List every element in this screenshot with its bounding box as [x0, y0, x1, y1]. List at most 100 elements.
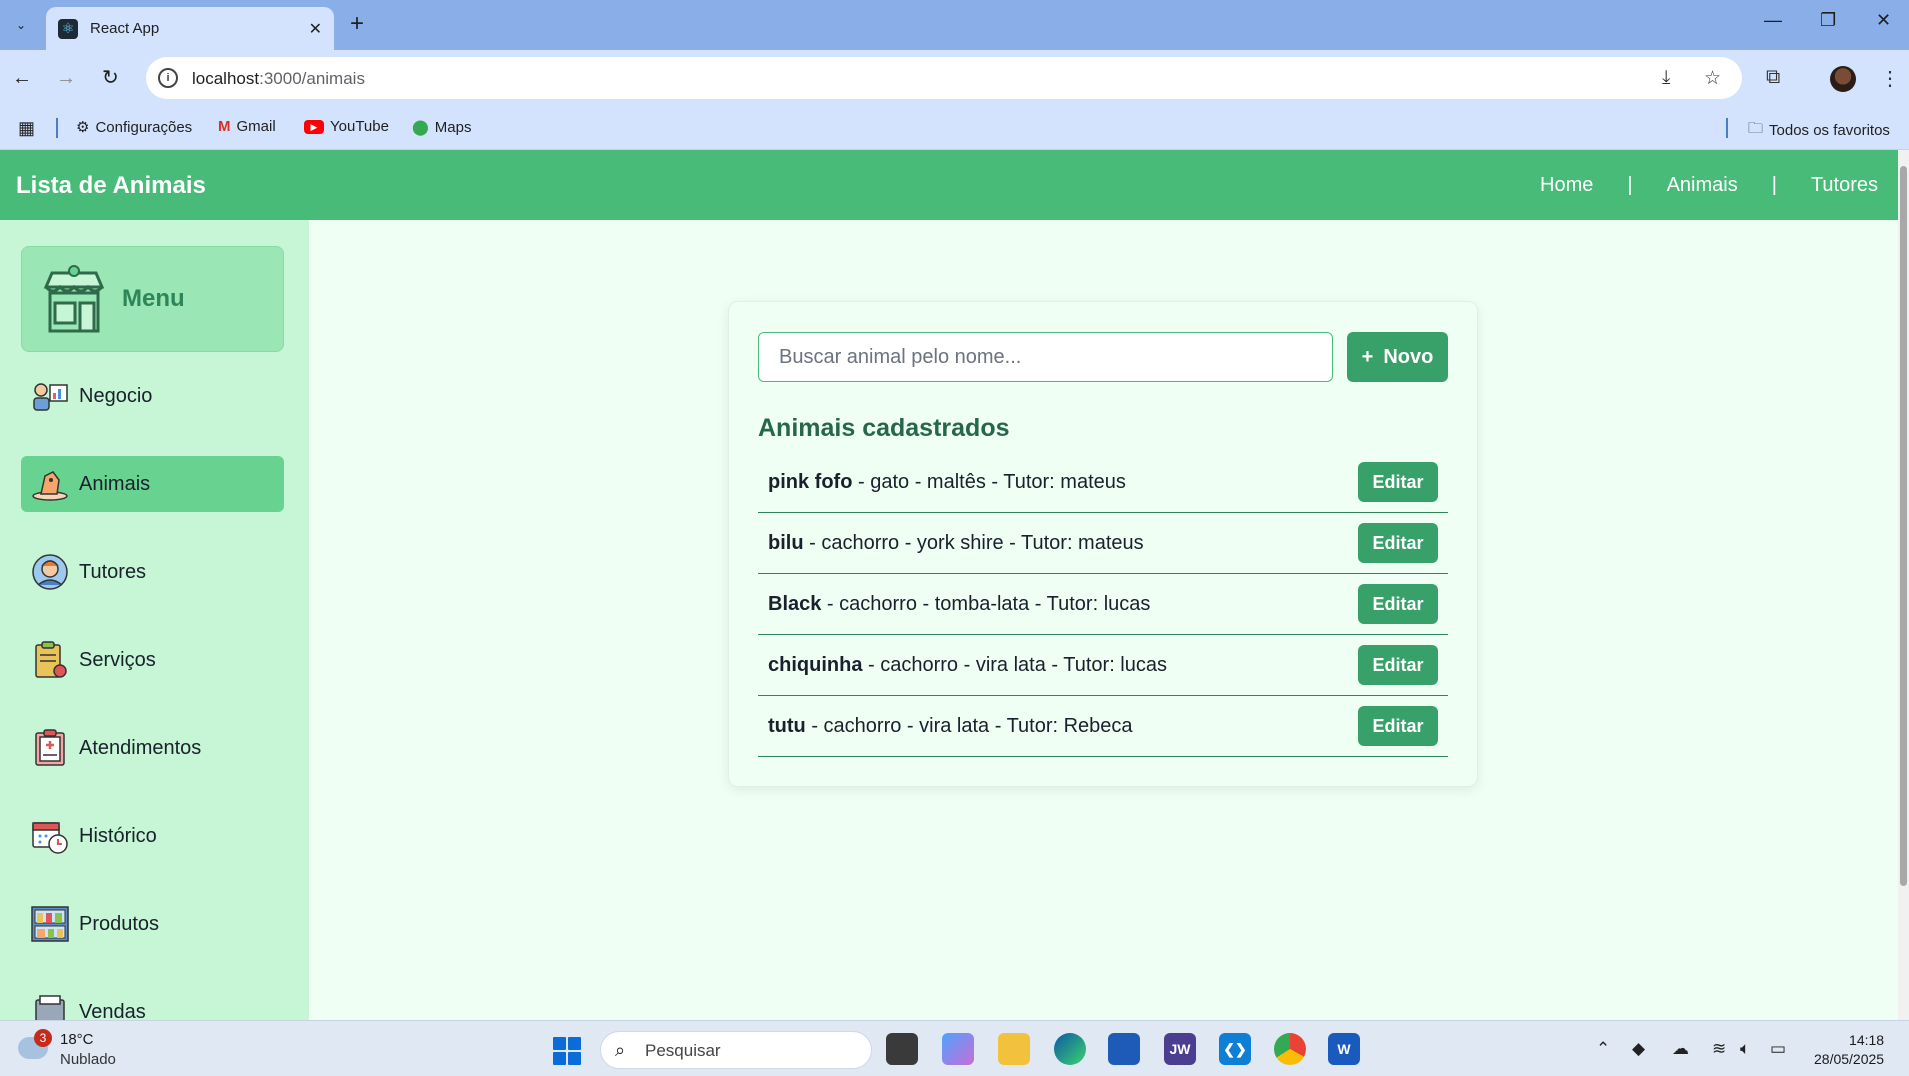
sidebar-item-vendas[interactable]: Vendas: [21, 984, 284, 1020]
edit-button[interactable]: Editar: [1358, 584, 1438, 624]
sidebar-item-servicos[interactable]: Serviços: [21, 632, 284, 688]
all-bookmarks-folder[interactable]: 🗀 Todos os favoritos: [1748, 118, 1890, 143]
sidebar-item-produtos[interactable]: Produtos: [21, 896, 284, 952]
system-clock[interactable]: 14:18 28/05/2025: [1814, 1031, 1884, 1069]
file-explorer-icon[interactable]: [998, 1033, 1030, 1065]
clipboard-icon: [31, 641, 69, 679]
bookmark-youtube[interactable]: ▶ YouTube: [304, 118, 389, 135]
extensions-puzzle-icon[interactable]: ⧉: [1766, 66, 1780, 89]
maps-pin-icon: ⬤: [412, 119, 429, 136]
bookmark-maps[interactable]: ⬤ Maps: [412, 118, 471, 137]
reload-icon[interactable]: ↻: [102, 64, 119, 92]
close-window-icon[interactable]: ✕: [1876, 10, 1891, 31]
list-title: Animais cadastrados: [758, 414, 1010, 442]
animal-details: - cachorro - vira lata - Tutor: lucas: [862, 653, 1167, 676]
browser-tab[interactable]: ⚛ React App ✕: [46, 7, 334, 50]
nav-animais-link[interactable]: Animais: [1667, 174, 1738, 197]
url-path: :3000/animais: [259, 69, 365, 88]
new-animal-button[interactable]: + Novo: [1347, 332, 1448, 382]
bookmark-star-icon[interactable]: ☆: [1704, 67, 1721, 90]
taskbar-search[interactable]: ⌕ Pesquisar: [600, 1031, 872, 1069]
vscode-icon[interactable]: ❮❯: [1219, 1033, 1251, 1065]
edit-button[interactable]: Editar: [1358, 523, 1438, 563]
minimize-icon[interactable]: —: [1764, 10, 1782, 31]
browser-tabstrip: ⌄ ⚛ React App ✕ + — ❐ ✕: [0, 0, 1909, 50]
list-item: chiquinha - cachorro - vira lata - Tutor…: [758, 635, 1448, 696]
edit-button[interactable]: Editar: [1358, 462, 1438, 502]
word-icon[interactable]: W: [1328, 1033, 1360, 1065]
tab-close-icon[interactable]: ✕: [309, 19, 322, 39]
animal-name: tutu: [768, 714, 806, 737]
kebab-menu-icon[interactable]: ⋮: [1880, 66, 1900, 91]
all-bookmarks-label: Todos os favoritos: [1769, 122, 1890, 139]
address-bar[interactable]: i localhost:3000/animais ⤓ ☆: [146, 57, 1742, 99]
jw-library-icon[interactable]: JW: [1164, 1033, 1196, 1065]
volume-icon[interactable]: 🔈︎: [1740, 1039, 1750, 1059]
calendar-icon: [31, 817, 69, 855]
install-app-icon[interactable]: ⤓: [1662, 67, 1670, 89]
sidebar-item-label: Serviços: [79, 648, 156, 671]
new-button-label: Novo: [1383, 345, 1434, 368]
page-scrollbar[interactable]: [1898, 150, 1909, 1020]
forward-arrow-icon[interactable]: →: [56, 64, 76, 92]
site-info-icon[interactable]: i: [158, 68, 178, 88]
shelf-icon: [31, 905, 69, 943]
animal-details: - cachorro - york shire - Tutor: mateus: [803, 531, 1144, 554]
animal-list: pink fofo - gato - maltês - Tutor: mateu…: [758, 452, 1448, 757]
store-icon[interactable]: [1108, 1033, 1140, 1065]
plus-icon: +: [1361, 345, 1374, 368]
sidebar-item-historico[interactable]: Histórico: [21, 808, 284, 864]
scrollbar-thumb[interactable]: [1900, 166, 1907, 886]
nav-separator: |: [1771, 174, 1777, 196]
pet-shop-store-icon: [43, 265, 105, 333]
back-arrow-icon[interactable]: ←: [12, 64, 32, 92]
sidebar: Menu Negocio Animais Tutores Serviços At…: [0, 220, 309, 1020]
animal-info: tutu - cachorro - vira lata - Tutor: Reb…: [768, 715, 1133, 738]
tab-search-chevron-icon[interactable]: ⌄: [10, 12, 32, 38]
onedrive-cloud-icon[interactable]: ☁: [1672, 1039, 1689, 1059]
animal-info: bilu - cachorro - york shire - Tutor: ma…: [768, 532, 1144, 555]
wifi-icon[interactable]: ≋: [1712, 1039, 1726, 1059]
list-item: bilu - cachorro - york shire - Tutor: ma…: [758, 513, 1448, 574]
weather-description: Nublado: [60, 1051, 116, 1068]
nav-separator: |: [1627, 174, 1633, 196]
weather-widget[interactable]: 3 18°C Nublado: [18, 1029, 138, 1069]
sidebar-item-tutores[interactable]: Tutores: [21, 544, 284, 600]
animal-info: Black - cachorro - tomba-lata - Tutor: l…: [768, 593, 1150, 616]
tray-chevron-up-icon[interactable]: ⌃: [1596, 1039, 1610, 1059]
restore-icon[interactable]: ❐: [1820, 10, 1836, 31]
apps-grid-icon[interactable]: ▦: [18, 118, 35, 139]
sidebar-item-animais[interactable]: Animais: [21, 456, 284, 512]
sidebar-item-atendimentos[interactable]: Atendimentos: [21, 720, 284, 776]
sidebar-item-label: Animais: [79, 472, 151, 495]
bookmark-label: Configurações: [95, 118, 193, 136]
medical-record-icon: [31, 729, 69, 767]
url-text[interactable]: localhost:3000/animais: [192, 69, 365, 89]
nav-home-link[interactable]: Home: [1540, 174, 1593, 197]
list-item: Black - cachorro - tomba-lata - Tutor: l…: [758, 574, 1448, 635]
bookmark-gmail[interactable]: M Gmail: [218, 118, 276, 135]
edit-button[interactable]: Editar: [1358, 706, 1438, 746]
app-viewport: Lista de Animais Home | Animais | Tutore…: [0, 150, 1898, 1020]
search-input[interactable]: [758, 332, 1333, 382]
edit-button[interactable]: Editar: [1358, 645, 1438, 685]
battery-icon[interactable]: ▭: [1770, 1039, 1786, 1059]
gmail-icon: M: [218, 118, 231, 135]
dropbox-icon[interactable]: ◆: [1632, 1039, 1645, 1059]
profile-avatar[interactable]: [1830, 66, 1856, 92]
task-view-icon[interactable]: [886, 1033, 918, 1065]
sidebar-item-negocio[interactable]: Negocio: [21, 368, 284, 424]
temperature: 18°C: [60, 1031, 94, 1048]
clock-time: 14:18: [1849, 1032, 1885, 1048]
copilot-icon[interactable]: [942, 1033, 974, 1065]
animal-name: bilu: [768, 531, 804, 554]
edge-icon[interactable]: [1054, 1033, 1086, 1065]
bookmark-configuracoes[interactable]: ⚙ Configurações: [76, 118, 193, 137]
top-nav: Home | Animais | Tutores: [1540, 174, 1878, 197]
chrome-icon[interactable]: [1274, 1033, 1306, 1065]
sidebar-item-label: Negocio: [79, 384, 153, 407]
windows-start-icon[interactable]: [553, 1037, 581, 1065]
new-tab-plus-icon[interactable]: +: [350, 12, 364, 36]
clock-date: 28/05/2025: [1814, 1051, 1885, 1067]
nav-tutores-link[interactable]: Tutores: [1811, 174, 1878, 197]
